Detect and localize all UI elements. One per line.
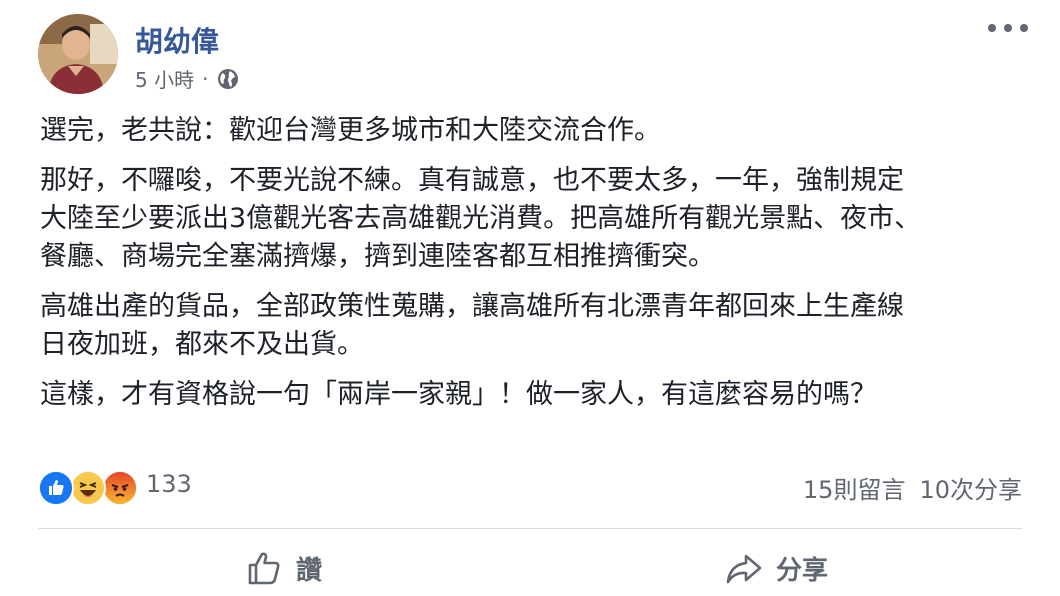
globe-icon[interactable]: [216, 67, 240, 91]
share-count[interactable]: 10次分享: [919, 470, 1022, 505]
share-button[interactable]: 分享: [724, 540, 828, 596]
like-button[interactable]: 讚: [244, 540, 322, 596]
post-header: 胡幼偉 5 小時 ·: [38, 14, 1028, 98]
reaction-count[interactable]: 133: [146, 470, 192, 498]
post-paragraph: 這樣，才有資格說一句「兩岸一家親」！做一家人，有這麼容易的嗎？: [40, 376, 1030, 414]
text-line: 大陸至少要派出3億觀光客去高雄觀光消費。把高雄所有觀光景點、夜市、: [40, 203, 922, 234]
haha-reaction-icon[interactable]: [70, 470, 106, 506]
more-dot: [1020, 24, 1028, 32]
post-paragraph: 高雄出產的貨品，全部政策性蒐購，讓高雄所有北漂青年都回來上生產線 日夜加班，都來…: [40, 288, 1030, 364]
text-line: 那好，不囉唆，不要光說不練。真有誠意，也不要太多，一年，強制規定: [40, 165, 904, 196]
comment-count[interactable]: 15則留言: [803, 470, 906, 505]
text-line: 選完，老共說：歡迎台灣更多城市和大陸交流合作。: [40, 115, 661, 146]
avatar[interactable]: [38, 14, 118, 94]
post-meta: 5 小時 ·: [135, 64, 240, 93]
angry-reaction-icon[interactable]: [102, 470, 138, 506]
text-line: 日夜加班，都來不及出貨。: [40, 329, 364, 360]
text-line: 餐廳、商場完全塞滿擠爆，擠到連陸客都互相推擠衝突。: [40, 241, 715, 272]
more-dot: [1004, 24, 1012, 32]
more-horizontal-icon[interactable]: [988, 18, 1028, 38]
action-bar: 讚 分享: [38, 540, 1022, 596]
share-label: 分享: [776, 555, 829, 586]
divider: [38, 528, 1022, 529]
thumbs-up-icon: [248, 552, 280, 585]
facebook-post: 胡幼偉 5 小時 · 選完，老共說：歡迎台灣更多城市和大陸交流合作。 那好，不囉…: [0, 0, 1060, 596]
like-reaction-icon[interactable]: [38, 470, 74, 506]
like-label: 讚: [296, 555, 323, 586]
post-stats: 15則留言 10次分享: [803, 470, 1022, 505]
post-paragraph: 那好，不囉唆，不要光說不練。真有誠意，也不要太多，一年，強制規定 大陸至少要派出…: [40, 162, 1030, 276]
text-line: 這樣，才有資格說一句「兩岸一家親」！做一家人，有這麼容易的嗎？: [40, 379, 877, 410]
author-name[interactable]: 胡幼偉: [135, 20, 219, 60]
text-line: 高雄出產的貨品，全部政策性蒐購，讓高雄所有北漂青年都回來上生產線: [40, 291, 904, 322]
meta-separator: ·: [202, 66, 209, 91]
post-paragraph: 選完，老共說：歡迎台灣更多城市和大陸交流合作。: [40, 112, 1030, 150]
avatar-photo: [38, 14, 118, 94]
reactions-bar: 133 15則留言 10次分享: [38, 468, 1022, 508]
more-dot: [988, 24, 996, 32]
post-timestamp[interactable]: 5 小時: [135, 64, 194, 93]
post-body: 選完，老共說：歡迎台灣更多城市和大陸交流合作。 那好，不囉唆，不要光說不練。真有…: [40, 112, 1030, 426]
share-arrow-icon: [726, 554, 762, 584]
